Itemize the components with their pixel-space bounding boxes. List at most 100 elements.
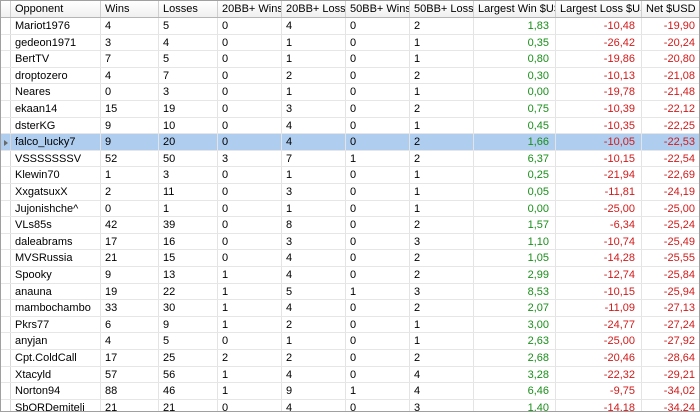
cell-50bb-wins[interactable]: 0 — [346, 250, 410, 266]
table-row[interactable]: Klewin70 1 3 0 1 0 1 0,25 -21,94 -22,69 — [1, 167, 699, 184]
row-selector[interactable] — [1, 150, 11, 167]
row-selector[interactable] — [1, 51, 11, 67]
cell-50bb-losses[interactable]: 2 — [410, 101, 474, 117]
cell-largest-win[interactable]: 1,05 — [474, 250, 556, 266]
cell-wins[interactable]: 19 — [101, 283, 159, 300]
cell-net[interactable]: -28,64 — [642, 350, 699, 366]
cell-losses[interactable]: 39 — [159, 217, 218, 233]
cell-50bb-losses[interactable]: 3 — [410, 233, 474, 250]
cell-wins[interactable]: 21 — [101, 399, 159, 411]
cell-20bb-losses[interactable]: 1 — [282, 34, 346, 51]
cell-50bb-losses[interactable]: 3 — [410, 399, 474, 411]
cell-20bb-losses[interactable]: 2 — [282, 67, 346, 84]
cell-largest-loss[interactable]: -25,00 — [556, 200, 642, 217]
cell-wins[interactable]: 52 — [101, 150, 159, 167]
cell-50bb-wins[interactable]: 0 — [346, 134, 410, 150]
cell-largest-win[interactable]: 6,37 — [474, 150, 556, 167]
cell-50bb-losses[interactable]: 2 — [410, 267, 474, 283]
cell-20bb-wins[interactable]: 1 — [218, 300, 282, 316]
cell-20bb-losses[interactable]: 1 — [282, 51, 346, 67]
cell-opponent[interactable]: falco_lucky7 — [11, 134, 101, 150]
row-selector[interactable] — [1, 399, 11, 411]
cell-opponent[interactable]: BertTV — [11, 51, 101, 67]
table-row[interactable]: Jujonishche^ 0 1 0 1 0 1 0,00 -25,00 -25,00 — [1, 200, 699, 218]
cell-largest-win[interactable]: 2,63 — [474, 333, 556, 349]
cell-opponent[interactable]: MVSRussia — [11, 250, 101, 266]
cell-opponent[interactable]: SbORDemiteli — [11, 399, 101, 411]
cell-20bb-wins[interactable]: 0 — [218, 399, 282, 411]
cell-wins[interactable]: 1 — [101, 167, 159, 183]
cell-largest-loss[interactable]: -19,78 — [556, 84, 642, 100]
column-header-20bb-losses[interactable]: 20BB+ Losses — [282, 1, 346, 17]
row-selector[interactable] — [1, 283, 11, 300]
table-row[interactable]: dsterKG 9 10 0 4 0 1 0,45 -10,35 -22,25 — [1, 117, 699, 135]
cell-wins[interactable]: 33 — [101, 300, 159, 316]
cell-largest-loss[interactable]: -24,77 — [556, 316, 642, 333]
cell-net[interactable]: -25,00 — [642, 201, 699, 217]
cell-20bb-wins[interactable]: 0 — [218, 250, 282, 266]
cell-50bb-wins[interactable]: 0 — [346, 333, 410, 349]
cell-50bb-wins[interactable]: 1 — [346, 150, 410, 167]
cell-largest-win[interactable]: 3,00 — [474, 316, 556, 333]
cell-opponent[interactable]: Cpt.ColdCall — [11, 350, 101, 366]
cell-opponent[interactable]: daleabrams — [11, 233, 101, 250]
cell-net[interactable]: -34,24 — [642, 400, 699, 411]
cell-net[interactable]: -24,19 — [642, 184, 699, 200]
row-selector[interactable] — [1, 316, 11, 333]
cell-20bb-wins[interactable]: 0 — [218, 200, 282, 217]
cell-wins[interactable]: 9 — [101, 134, 159, 150]
cell-net[interactable]: -27,24 — [642, 317, 699, 333]
cell-losses[interactable]: 25 — [159, 350, 218, 366]
column-header-opponent[interactable]: Opponent — [11, 1, 101, 17]
table-row[interactable]: XxgatsuxX 2 11 0 3 0 1 0,05 -11,81 -24,19 — [1, 184, 699, 201]
cell-20bb-losses[interactable]: 1 — [282, 84, 346, 100]
cell-losses[interactable]: 5 — [159, 18, 218, 34]
cell-opponent[interactable]: Mariot1976 — [11, 18, 101, 34]
cell-20bb-wins[interactable]: 1 — [218, 283, 282, 300]
cell-losses[interactable]: 9 — [159, 316, 218, 333]
row-selector[interactable] — [1, 117, 11, 134]
cell-losses[interactable]: 11 — [159, 184, 218, 200]
cell-opponent[interactable]: droptozero — [11, 67, 101, 84]
cell-wins[interactable]: 6 — [101, 316, 159, 333]
cell-losses[interactable]: 5 — [159, 51, 218, 67]
cell-wins[interactable]: 7 — [101, 51, 159, 67]
cell-largest-win[interactable]: 8,53 — [474, 283, 556, 300]
cell-20bb-losses[interactable]: 3 — [282, 101, 346, 117]
cell-20bb-wins[interactable]: 1 — [218, 316, 282, 333]
cell-losses[interactable]: 15 — [159, 250, 218, 266]
column-header-50bb-wins[interactable]: 50BB+ Wins — [346, 1, 410, 17]
cell-largest-win[interactable]: 1,83 — [474, 18, 556, 34]
cell-20bb-wins[interactable]: 0 — [218, 101, 282, 117]
cell-20bb-losses[interactable]: 2 — [282, 316, 346, 333]
cell-opponent[interactable]: Klewin70 — [11, 167, 101, 183]
cell-losses[interactable]: 46 — [159, 383, 218, 399]
cell-losses[interactable]: 13 — [159, 267, 218, 283]
cell-wins[interactable]: 57 — [101, 366, 159, 383]
cell-50bb-wins[interactable]: 0 — [346, 34, 410, 51]
row-selector[interactable] — [1, 300, 11, 316]
cell-largest-loss[interactable]: -14,18 — [556, 399, 642, 411]
cell-losses[interactable]: 4 — [159, 34, 218, 51]
cell-net[interactable]: -25,24 — [642, 217, 699, 233]
cell-20bb-wins[interactable]: 1 — [218, 366, 282, 383]
cell-20bb-wins[interactable]: 0 — [218, 51, 282, 67]
cell-largest-loss[interactable]: -10,48 — [556, 18, 642, 34]
row-selector[interactable] — [1, 134, 11, 150]
cell-losses[interactable]: 7 — [159, 67, 218, 84]
cell-opponent[interactable]: Jujonishche^ — [11, 200, 101, 217]
cell-50bb-wins[interactable]: 0 — [346, 117, 410, 134]
row-selector[interactable] — [1, 67, 11, 84]
cell-wins[interactable]: 4 — [101, 18, 159, 34]
cell-largest-loss[interactable]: -11,09 — [556, 300, 642, 316]
cell-50bb-losses[interactable]: 2 — [410, 67, 474, 84]
cell-20bb-losses[interactable]: 1 — [282, 167, 346, 183]
cell-20bb-wins[interactable]: 3 — [218, 150, 282, 167]
cell-20bb-losses[interactable]: 4 — [282, 366, 346, 383]
table-row[interactable]: mambochambo 33 30 1 4 0 2 2,07 -11,09 -27,13 — [1, 300, 699, 317]
cell-largest-loss[interactable]: -12,74 — [556, 267, 642, 283]
cell-50bb-wins[interactable]: 0 — [346, 316, 410, 333]
cell-largest-loss[interactable]: -10,15 — [556, 283, 642, 300]
cell-50bb-losses[interactable]: 2 — [410, 250, 474, 266]
cell-50bb-wins[interactable]: 1 — [346, 283, 410, 300]
